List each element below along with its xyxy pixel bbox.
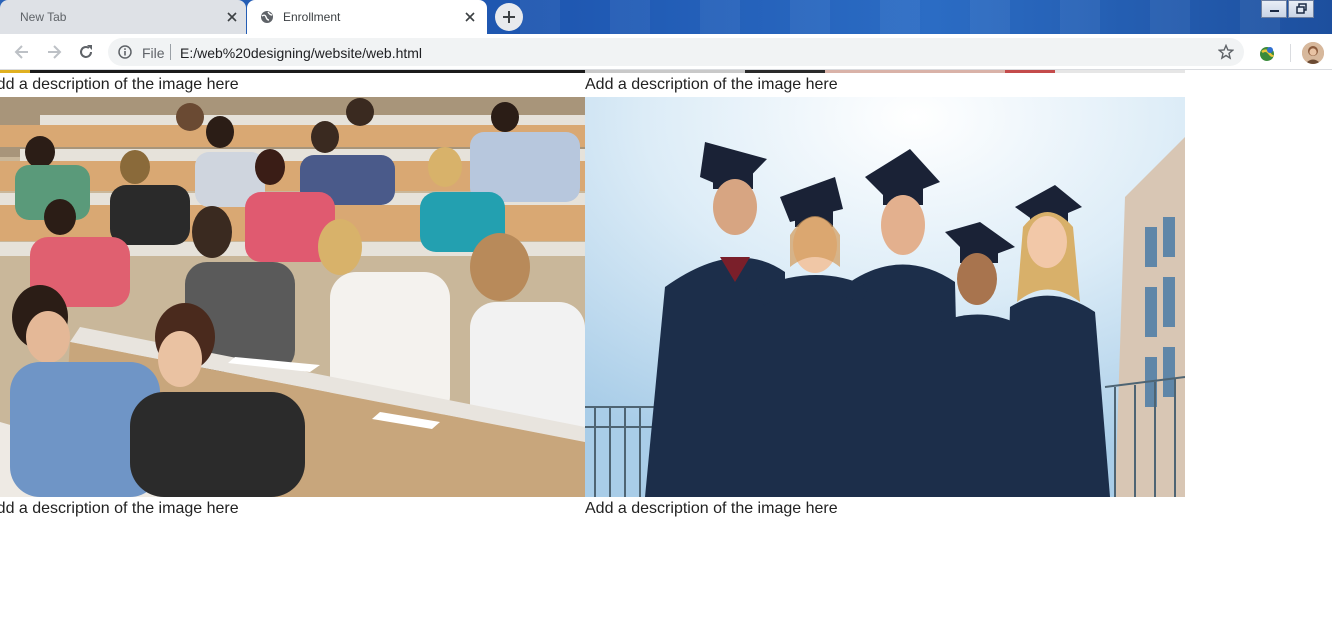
reload-icon[interactable]: [76, 42, 96, 62]
address-bar[interactable]: File E:/web%20designing/website/web.html: [108, 38, 1244, 66]
window-background: [520, 0, 1280, 34]
students-exam-image: [0, 97, 585, 497]
caption-bottom-right: Add a description of the image here: [585, 500, 838, 517]
restore-button[interactable]: [1288, 0, 1314, 18]
graduates-image: [585, 97, 1185, 497]
profile-avatar[interactable]: [1302, 42, 1324, 64]
tab-strip: New Tab Enrollment: [0, 0, 1332, 34]
minimize-icon: [1270, 10, 1279, 12]
browser-toolbar: File E:/web%20designing/website/web.html: [0, 34, 1332, 70]
caption-top-right: Add a description of the image here: [585, 76, 838, 93]
tab-new-tab[interactable]: New Tab: [0, 0, 246, 34]
extension-icon[interactable]: [1257, 43, 1277, 63]
info-icon[interactable]: [118, 45, 132, 64]
caption-bottom-left: Add a description of the image here: [0, 500, 239, 517]
tab-title: New Tab: [20, 10, 67, 24]
tab-enrollment[interactable]: Enrollment: [247, 0, 487, 34]
scheme-label: File: [142, 45, 165, 61]
star-icon[interactable]: [1217, 43, 1235, 65]
back-arrow-icon[interactable]: [12, 42, 32, 62]
new-tab-button[interactable]: [495, 3, 523, 31]
plus-icon: [503, 11, 515, 23]
restore-icon: [1296, 3, 1307, 14]
omnibox-divider: [170, 44, 171, 60]
minimize-button[interactable]: [1261, 0, 1287, 18]
toolbar-divider: [1290, 44, 1291, 62]
tab-title: Enrollment: [283, 10, 341, 24]
close-icon[interactable]: [224, 9, 240, 25]
image-top-right-remnant: [585, 70, 1185, 73]
close-icon[interactable]: [462, 9, 478, 25]
url-text[interactable]: E:/web%20designing/website/web.html: [180, 45, 422, 61]
page-content: Add a description of the image here Add …: [0, 70, 1332, 635]
globe-icon: [260, 10, 274, 24]
forward-arrow-icon[interactable]: [44, 42, 64, 62]
image-top-left-remnant: [0, 70, 585, 73]
caption-top-left: Add a description of the image here: [0, 76, 239, 93]
